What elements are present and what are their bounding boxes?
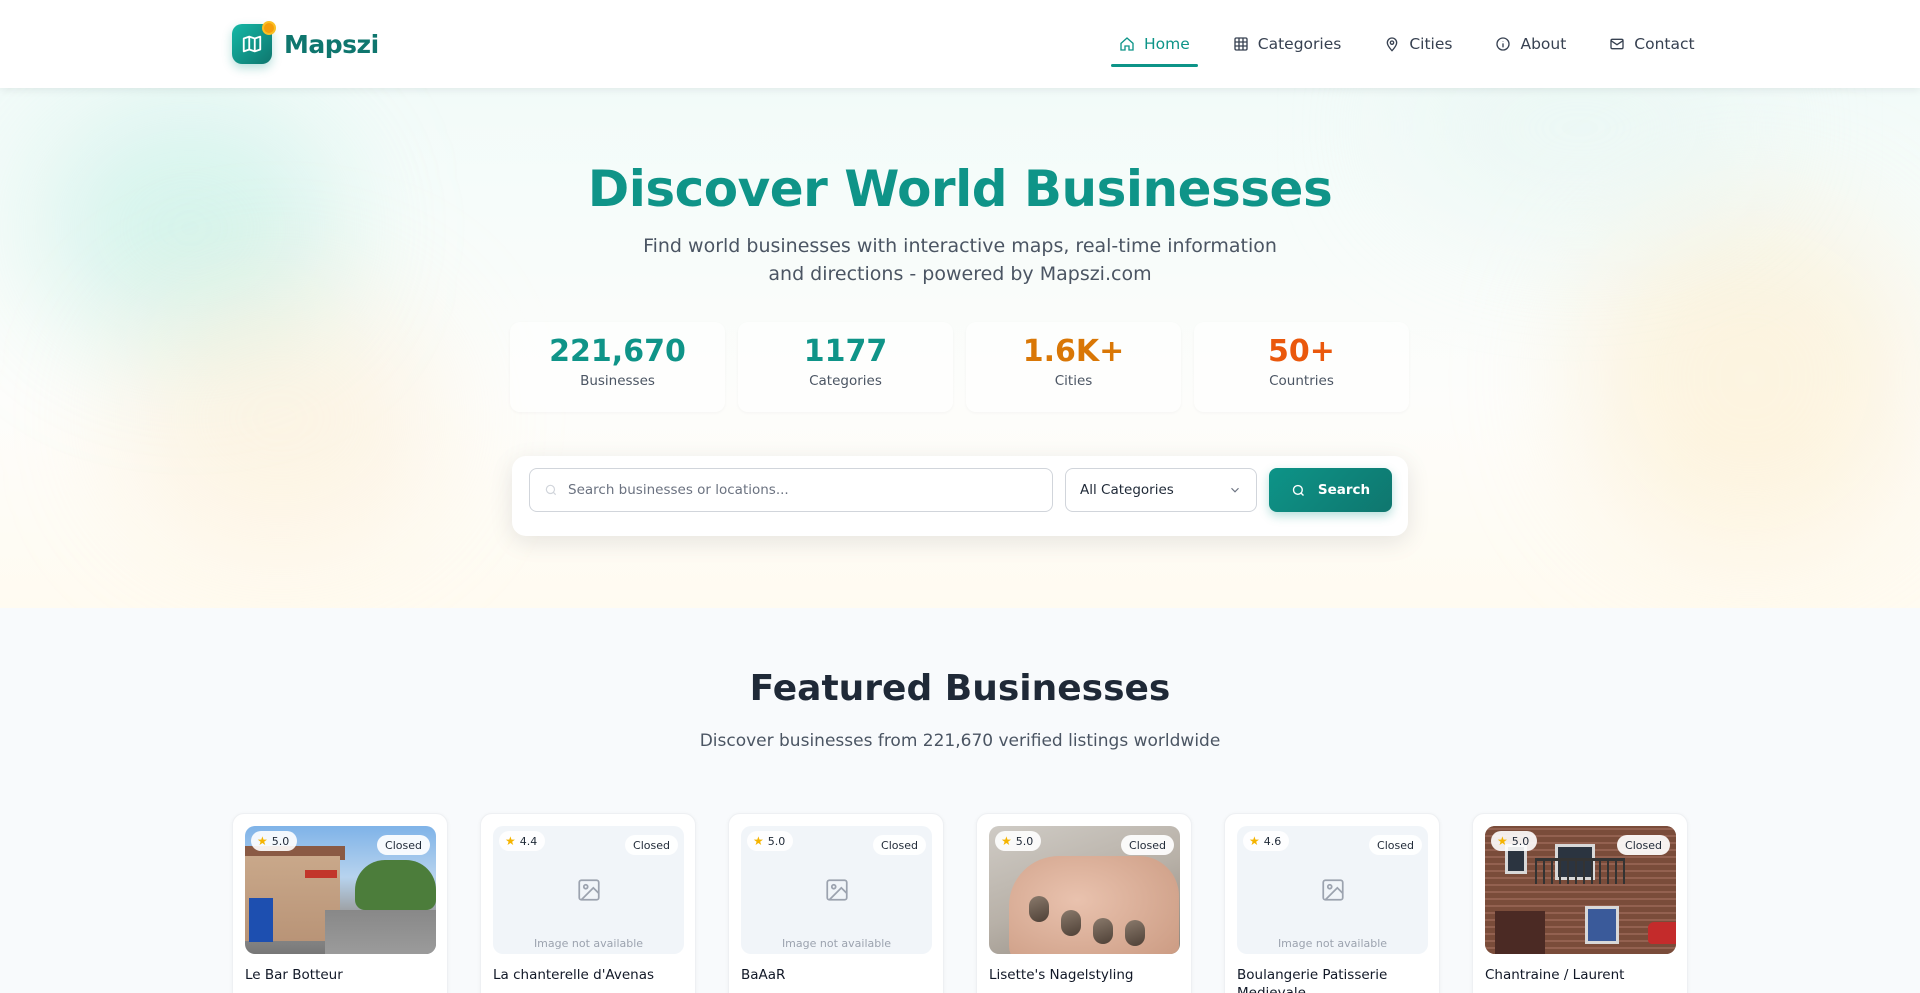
status-badge: Closed (377, 835, 430, 855)
stat-businesses: 221,670 Businesses (510, 322, 725, 412)
info-icon (1496, 37, 1511, 51)
stat-countries: 50+ Countries (1194, 322, 1409, 412)
search-field[interactable] (529, 468, 1053, 512)
rating-badge: ★ 4.4 (499, 831, 546, 851)
stat-categories: 1177 Categories (738, 322, 953, 412)
star-icon: ★ (1249, 834, 1260, 848)
main-nav: Home Categories Cities About Contact (1111, 22, 1730, 67)
hero-section: Discover World Businesses Find world bus… (0, 88, 1920, 608)
nav-about[interactable]: About (1487, 22, 1574, 66)
star-icon: ★ (753, 834, 764, 848)
stats-row: 221,670 Businesses 1177 Categories 1.6K+… (510, 322, 1410, 412)
stat-value: 1.6K+ (1022, 334, 1125, 369)
stat-value: 221,670 (549, 334, 686, 369)
star-icon: ★ (1001, 834, 1012, 848)
category-select-value: All Categories (1080, 482, 1174, 498)
business-name[interactable]: Chantraine / Laurent (1485, 966, 1677, 984)
search-icon (545, 484, 557, 496)
nav-contact-label: Contact (1634, 35, 1695, 53)
status-badge: Closed (1369, 835, 1422, 855)
rating-value: 5.0 (767, 834, 786, 848)
status-badge: Closed (1617, 835, 1670, 855)
nav-contact[interactable]: Contact (1601, 22, 1702, 66)
business-photo-placeholder: Image not available ★ 4.4 Closed (493, 826, 684, 954)
search-icon (1292, 484, 1304, 496)
rating-value: 5.0 (1511, 834, 1530, 848)
hero-subtitle: Find world businesses with interactive m… (643, 235, 1277, 285)
business-name[interactable]: La chanterelle d'Avenas (493, 966, 685, 984)
business-card[interactable]: ★ 5.0 Closed Le Bar Botteur (232, 813, 448, 993)
image-unavailable-label: Image not available (533, 937, 644, 950)
rating-badge: ★ 5.0 (1491, 831, 1538, 851)
business-name[interactable]: Le Bar Botteur (245, 966, 437, 984)
business-card[interactable]: ★ 5.0 Closed Chantraine / Laurent (1472, 813, 1688, 993)
star-icon: ★ (257, 834, 268, 848)
rating-badge: ★ 5.0 (747, 831, 794, 851)
mail-icon (1610, 38, 1624, 50)
nav-cities-label: Cities (1409, 35, 1453, 53)
image-placeholder-icon (825, 879, 848, 901)
image-placeholder-icon (577, 879, 600, 901)
rating-value: 4.4 (519, 834, 538, 848)
business-card[interactable]: Image not available ★ 4.4 Closed La chant… (480, 813, 696, 993)
business-card[interactable]: Image not available ★ 5.0 Closed BaAaR (728, 813, 944, 993)
status-badge: Closed (873, 835, 926, 855)
nav-home-label: Home (1144, 35, 1190, 53)
app-name: Mapszi (284, 29, 379, 59)
search-input[interactable] (568, 482, 1008, 498)
status-badge: Closed (625, 835, 678, 855)
stat-value: 50+ (1268, 334, 1335, 369)
rating-value: 5.0 (1015, 834, 1034, 848)
stat-value: 1177 (803, 334, 888, 369)
status-badge: Closed (1121, 835, 1174, 855)
nav-home[interactable]: Home (1111, 22, 1198, 67)
hero-title: Discover World Businesses (587, 160, 1333, 218)
stat-label: Businesses (580, 373, 655, 389)
nav-categories-label: Categories (1257, 35, 1342, 53)
search-button[interactable]: Search (1269, 468, 1392, 512)
image-placeholder-icon (1321, 879, 1344, 901)
rating-value: 5.0 (271, 834, 290, 848)
star-icon: ★ (1497, 834, 1508, 848)
featured-title: Featured Businesses (749, 668, 1171, 709)
business-card[interactable]: ★ 5.0 Closed Lisette's Nagelstyling (976, 813, 1192, 993)
stat-label: Categories (809, 373, 882, 389)
nav-categories[interactable]: Categories (1225, 22, 1350, 66)
nav-cities[interactable]: Cities (1376, 22, 1460, 66)
business-name[interactable]: Lisette's Nagelstyling (989, 966, 1181, 984)
rating-badge: ★ 5.0 (251, 831, 298, 851)
search-button-label: Search (1317, 482, 1371, 498)
stat-label: Cities (1054, 373, 1093, 389)
site-header: Mapszi Home Categories Cities About Cont… (0, 0, 1920, 88)
grid-icon (1234, 37, 1248, 51)
business-photo: ★ 5.0 Closed (1485, 826, 1676, 954)
map-logo-icon (232, 21, 276, 64)
stat-label: Countries (1269, 373, 1334, 389)
image-unavailable-label: Image not available (1277, 937, 1388, 950)
business-name[interactable]: BaAaR (741, 966, 933, 984)
map-pin-icon (1387, 37, 1398, 52)
star-icon: ★ (505, 834, 516, 848)
logo[interactable]: Mapszi (232, 21, 379, 64)
featured-cards: ★ 5.0 Closed Le Bar Botteur Image not ava… (232, 813, 1688, 993)
business-photo-placeholder: Image not available ★ 5.0 Closed (741, 826, 932, 954)
business-photo: ★ 5.0 Closed (245, 826, 436, 954)
category-select[interactable]: All Categories (1065, 468, 1257, 512)
search-panel: All Categories Search (512, 456, 1408, 536)
home-icon (1120, 37, 1134, 51)
rating-badge: ★ 5.0 (995, 831, 1042, 851)
chevron-down-icon (1231, 487, 1239, 493)
rating-value: 4.6 (1263, 834, 1282, 848)
featured-subtitle: Discover businesses from 221,670 verifie… (699, 731, 1221, 751)
rating-badge: ★ 4.6 (1243, 831, 1290, 851)
image-unavailable-label: Image not available (781, 937, 892, 950)
business-photo: ★ 5.0 Closed (989, 826, 1180, 954)
business-card[interactable]: Image not available ★ 4.6 Closed Boulange… (1224, 813, 1440, 993)
stat-cities: 1.6K+ Cities (966, 322, 1181, 412)
business-photo-placeholder: Image not available ★ 4.6 Closed (1237, 826, 1428, 954)
business-name[interactable]: Boulangerie Patisserie Medievale (1237, 966, 1429, 993)
nav-about-label: About (1520, 35, 1567, 53)
